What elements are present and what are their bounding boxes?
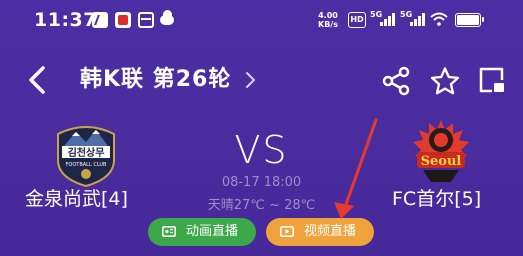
picture-in-picture-icon[interactable] <box>478 66 506 94</box>
animation-icon <box>162 226 176 237</box>
annotation-arrow <box>334 118 378 219</box>
cellular-signal-icon: 5G <box>370 10 398 30</box>
svg-text:Seoul: Seoul <box>421 154 462 169</box>
back-icon[interactable] <box>25 64 51 96</box>
clock: 11:37 <box>34 9 97 31</box>
chevron-right-icon[interactable] <box>244 70 258 90</box>
share-icon[interactable] <box>381 66 411 96</box>
app-notification-icon <box>115 12 131 28</box>
hd-icon: HD <box>348 12 366 28</box>
network-speed: 4.00 KB/s <box>318 11 338 29</box>
cloud-icon <box>160 10 174 25</box>
page-title[interactable]: 韩K联 第26轮 <box>80 64 231 96</box>
battery-icon <box>455 13 484 27</box>
away-team-logo[interactable]: Seoul <box>405 116 477 188</box>
cellular-signal-icon: 5G <box>400 10 428 30</box>
star-icon[interactable] <box>430 66 460 96</box>
match-screen: 11:37 4.00 KB/s HD 5G 5G 韩K联 第26轮 김천상무 F… <box>0 0 523 256</box>
app-notification-icon <box>138 12 154 28</box>
animation-live-button[interactable]: 动画直播 <box>148 218 256 246</box>
away-team-name[interactable]: FC首尔[5] <box>392 187 481 211</box>
status-bar: 11:37 4.00 KB/s HD 5G 5G <box>0 0 523 40</box>
video-play-icon <box>280 226 294 237</box>
app-notification-icon <box>92 12 108 28</box>
wifi-icon <box>430 12 448 26</box>
